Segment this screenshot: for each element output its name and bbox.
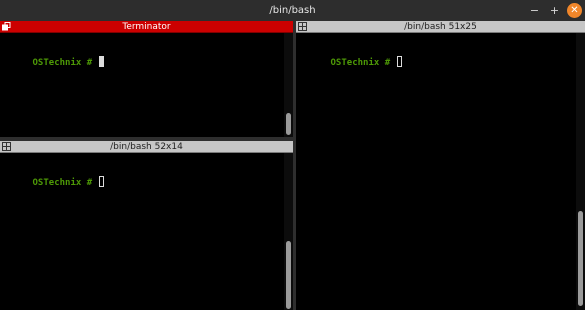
terminal-pane-bottom-left[interactable]: /bin/bash 52x14 OSTechnix # — [0, 141, 293, 310]
shell-prompt: OSTechnix # — [32, 58, 93, 68]
terminator-window: /bin/bash − + ✕ Terminator OSTechnix # /… — [0, 0, 585, 310]
text-cursor — [396, 56, 402, 67]
pane-titlebar[interactable]: Terminator — [0, 21, 293, 33]
terminal-output[interactable]: OSTechnix # — [0, 44, 104, 81]
window-title: /bin/bash — [269, 5, 316, 16]
terminal-pane-right[interactable]: /bin/bash 51x25 OSTechnix # — [296, 21, 585, 310]
pane-title: /bin/bash 51x25 — [404, 22, 477, 32]
minimize-button[interactable]: − — [527, 3, 542, 18]
pane-titlebar[interactable]: /bin/bash 51x25 — [296, 21, 585, 33]
shell-prompt: OSTechnix # — [330, 58, 391, 68]
scrollbar-thumb[interactable] — [286, 113, 291, 135]
shell-prompt: OSTechnix # — [32, 178, 93, 188]
scrollbar[interactable] — [284, 153, 293, 310]
pane-title: /bin/bash 52x14 — [110, 142, 183, 152]
maximize-button[interactable]: + — [547, 3, 562, 18]
scrollbar-thumb[interactable] — [286, 241, 291, 309]
pane-titlebar[interactable]: /bin/bash 52x14 — [0, 141, 293, 153]
terminal-output[interactable]: OSTechnix # — [0, 164, 104, 201]
pane-title: Terminator — [122, 22, 171, 32]
text-cursor — [98, 176, 104, 187]
close-button[interactable]: ✕ — [567, 3, 582, 18]
terminal-output[interactable]: OSTechnix # — [298, 44, 402, 81]
scrollbar-thumb[interactable] — [578, 211, 583, 306]
text-cursor — [98, 56, 104, 67]
window-titlebar[interactable]: /bin/bash − + ✕ — [0, 0, 585, 21]
terminal-pane-top-left[interactable]: Terminator OSTechnix # — [0, 21, 293, 137]
scrollbar[interactable] — [576, 33, 585, 310]
scrollbar[interactable] — [284, 33, 293, 137]
